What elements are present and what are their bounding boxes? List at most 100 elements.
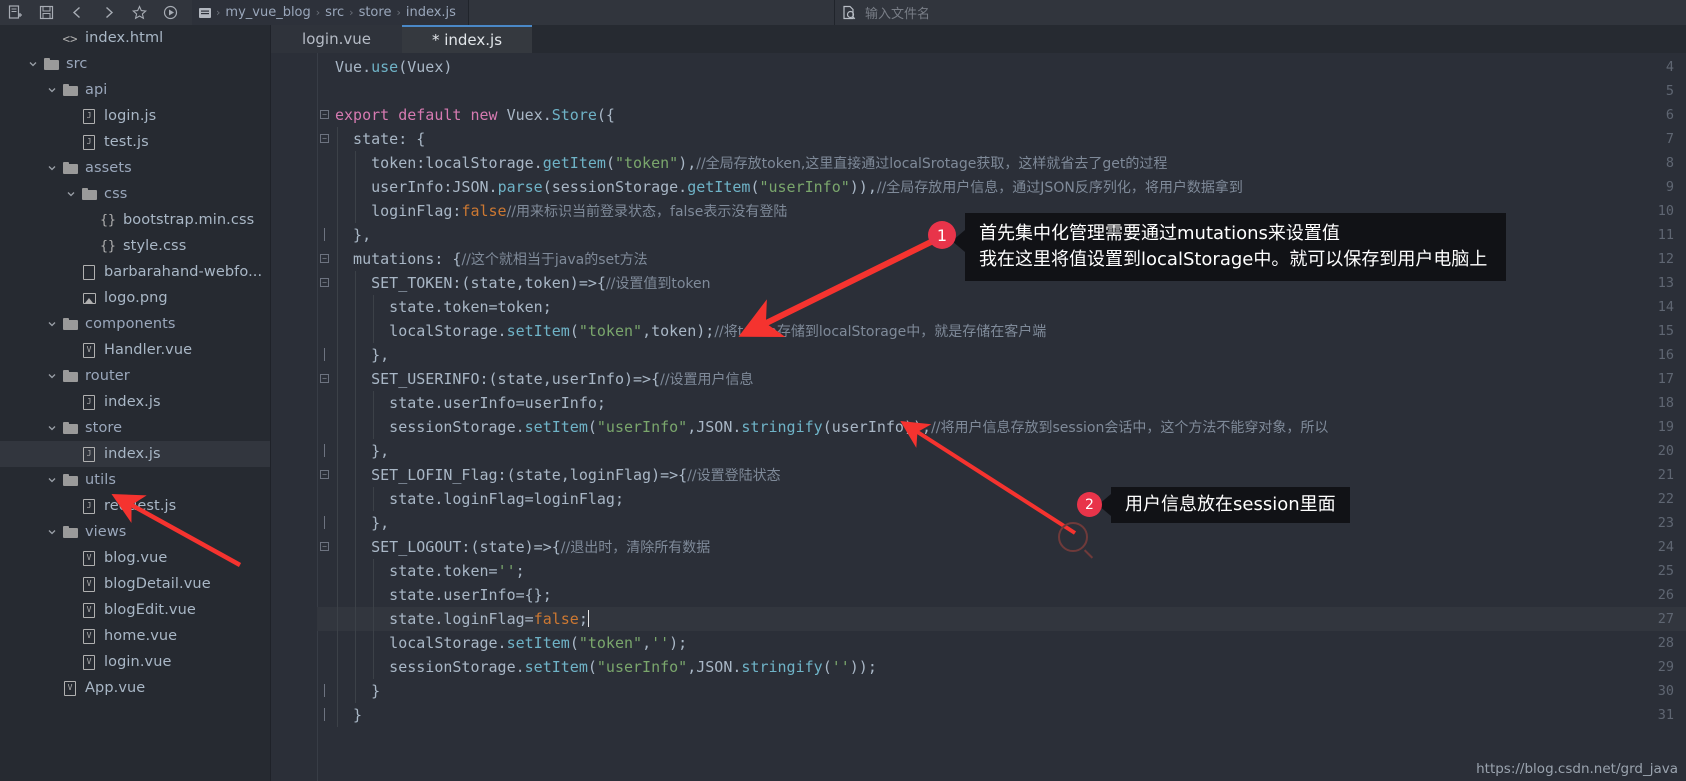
jump-to-source-icon[interactable] [0, 0, 31, 25]
code-line[interactable]: } [335, 679, 380, 703]
fold-collapse-icon[interactable]: − [319, 541, 330, 552]
breadcrumb-item-store[interactable]: store [355, 5, 396, 20]
tree-item-bootstrap-min-css[interactable]: {} bootstrap.min.css [0, 207, 270, 233]
navigate-forward-icon[interactable] [93, 0, 124, 25]
breadcrumb[interactable]: › my_vue_blog › src › store › index.js [192, 0, 469, 25]
code-line[interactable]: }, [335, 343, 389, 367]
tree-item-request-js[interactable]: Jrequest.js [0, 493, 270, 519]
tree-item-index-html[interactable]: <> index.html [0, 25, 270, 51]
code-line[interactable]: SET_LOFIN_Flag:(state,loginFlag)=>{//设置登… [335, 463, 781, 488]
code-line[interactable]: localStorage.setItem("token",token);//将t… [335, 319, 1046, 344]
tree-item-store[interactable]: store [0, 415, 270, 441]
fold-bar-icon[interactable] [319, 708, 330, 721]
breadcrumb-item-src[interactable]: src [321, 5, 348, 20]
fold-collapse-icon[interactable]: − [319, 253, 330, 264]
tree-item-logo-png[interactable]: logo.png [0, 285, 270, 311]
tree-item-blogedit-vue[interactable]: VblogEdit.vue [0, 597, 270, 623]
code-viewport[interactable]: 4 Vue.use(Vuex) 5 6− export default new Vuex… [271, 53, 1686, 781]
fold-bar-icon[interactable] [319, 228, 330, 241]
fold-bar-icon[interactable] [319, 348, 330, 361]
code-line[interactable]: Vue.use(Vuex) [335, 55, 452, 79]
code-line[interactable]: state.token=token; [335, 295, 552, 319]
code-line[interactable]: state.loginFlag=loginFlag; [335, 487, 624, 511]
fold-collapse-icon[interactable]: − [319, 109, 330, 120]
code-line[interactable]: sessionStorage.setItem("userInfo",JSON.s… [335, 655, 877, 679]
tree-item-barbarahand-webfo-[interactable]: barbarahand-webfo... [0, 259, 270, 285]
bookmark-star-icon[interactable] [124, 0, 155, 25]
code-line[interactable]: } [335, 703, 362, 727]
tree-item-utils[interactable]: utils [0, 467, 270, 493]
chevron-down-icon[interactable] [46, 370, 58, 382]
tree-item-style-css[interactable]: {} style.css [0, 233, 270, 259]
annotation-badge-2: 2 [1077, 492, 1102, 517]
ide-window: › my_vue_blog › src › store › index.js 输… [0, 0, 1686, 781]
token-id: ,token); [642, 322, 715, 340]
breadcrumb-item-project[interactable]: my_vue_blog [221, 5, 314, 20]
chevron-down-icon[interactable] [46, 84, 58, 96]
save-all-icon[interactable] [31, 0, 62, 25]
code-line[interactable]: SET_TOKEN:(state,token)=>{//设置值到token [335, 271, 710, 296]
tree-item-components[interactable]: components [0, 311, 270, 337]
token-str: '' [651, 634, 670, 652]
navigate-back-icon[interactable] [62, 0, 93, 25]
code-line[interactable]: state.userInfo=userInfo; [335, 391, 606, 415]
tree-item-router[interactable]: router [0, 363, 270, 389]
code-line[interactable]: userInfo:JSON.parse(sessionStorage.getIt… [335, 175, 1243, 200]
tree-item-handler-vue[interactable]: V Handler.vue [0, 337, 270, 363]
chevron-down-icon[interactable] [46, 526, 58, 538]
project-tree[interactable]: <> index.html src api Jlogin.js Jtest.js asset… [0, 25, 271, 781]
tree-item-src[interactable]: src [0, 51, 270, 77]
breadcrumb-item-file[interactable]: index.js [402, 5, 460, 20]
tab-login-vue[interactable]: login.vue [271, 25, 402, 53]
chevron-down-icon[interactable] [46, 318, 58, 330]
code-line[interactable]: }, [335, 223, 371, 247]
code-line[interactable]: state.loginFlag=false; [335, 607, 590, 631]
code-line[interactable]: mutations: {//这个就相当于java的set方法 [335, 247, 648, 272]
fold-bar-icon[interactable] [319, 516, 330, 529]
chevron-down-icon[interactable] [46, 474, 58, 486]
code-line[interactable]: }, [335, 439, 389, 463]
tree-item-home-vue[interactable]: Vhome.vue [0, 623, 270, 649]
tree-item-api[interactable]: api [0, 77, 270, 103]
chevron-down-icon[interactable] [65, 188, 77, 200]
tree-item-css[interactable]: css [0, 181, 270, 207]
css-file-icon: {} [100, 212, 116, 228]
code-line[interactable]: loginFlag:false//用来标识当前登录状态，false表示没有登陆 [335, 199, 787, 224]
tree-item-blog-vue[interactable]: Vblog.vue [0, 545, 270, 571]
fold-collapse-icon[interactable]: − [319, 133, 330, 144]
chevron-down-icon[interactable] [46, 162, 58, 174]
fold-collapse-icon[interactable]: − [319, 277, 330, 288]
tree-item-login-js[interactable]: Jlogin.js [0, 103, 270, 129]
token-id: } [335, 682, 381, 700]
tree-item-assets[interactable]: assets [0, 155, 270, 181]
code-line[interactable]: SET_USERINFO:(state,userInfo)=>{//设置用户信息 [335, 367, 753, 392]
tree-item-login-vue[interactable]: Vlogin.vue [0, 649, 270, 675]
code-line[interactable]: sessionStorage.setItem("userInfo",JSON.s… [335, 415, 1328, 440]
run-icon[interactable] [155, 0, 186, 25]
fold-bar-icon[interactable] [319, 444, 330, 457]
tree-item-index-js[interactable]: Jindex.js [0, 441, 270, 467]
tree-item-label: components [85, 316, 176, 332]
code-line[interactable]: export default new Vuex.Store({ [335, 103, 615, 127]
tree-item-blogdetail-vue[interactable]: VblogDetail.vue [0, 571, 270, 597]
tree-item-test-js[interactable]: Jtest.js [0, 129, 270, 155]
code-line[interactable]: state.token=''; [335, 559, 524, 583]
tree-item-index-js[interactable]: Jindex.js [0, 389, 270, 415]
code-line[interactable]: state.userInfo={}; [335, 583, 552, 607]
fold-bar-icon[interactable] [319, 684, 330, 697]
fold-collapse-icon[interactable]: − [319, 469, 330, 480]
file-name-search[interactable]: 输入文件名 [834, 0, 930, 25]
code-line[interactable]: token:localStorage.getItem("token"),//全局… [335, 151, 1167, 176]
chevron-down-icon[interactable] [46, 422, 58, 434]
token-id: token:localStorage. [335, 154, 543, 172]
token-str: "token" [614, 154, 679, 172]
tree-item-app-vue[interactable]: V App.vue [0, 675, 270, 701]
code-line[interactable]: SET_LOGOUT:(state)=>{//退出时，清除所有数据 [335, 535, 710, 560]
code-line[interactable]: state: { [335, 127, 425, 151]
fold-collapse-icon[interactable]: − [319, 373, 330, 384]
tree-item-views[interactable]: views [0, 519, 270, 545]
code-line[interactable]: }, [335, 511, 389, 535]
code-line[interactable]: localStorage.setItem("token",''); [335, 631, 687, 655]
tab-index-js[interactable]: * index.js [402, 25, 532, 53]
chevron-down-icon[interactable] [27, 58, 39, 70]
